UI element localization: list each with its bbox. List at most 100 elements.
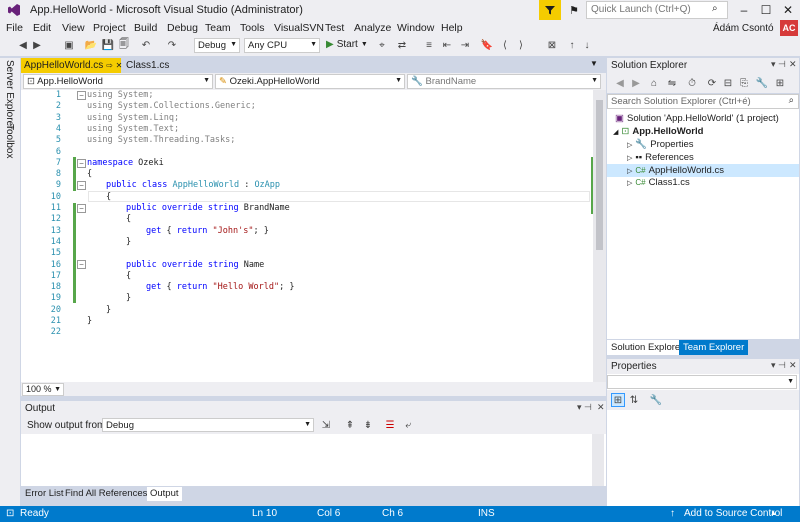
close-icon[interactable]: ✕ [789, 360, 797, 371]
properties-object-select[interactable]: ▼ [607, 375, 797, 389]
categorized-icon[interactable]: ⊞ [611, 393, 625, 407]
menu-help[interactable]: Help [441, 22, 463, 34]
minimize-button[interactable]: – [733, 0, 755, 20]
server-explorer-tab[interactable]: Server Explorer [4, 60, 15, 129]
back-icon[interactable]: ◀ [613, 76, 627, 90]
collapse-icon[interactable]: − [77, 204, 86, 213]
zoom-select[interactable]: 100 % ▼ [22, 383, 64, 396]
tree-item-properties[interactable]: ▷ 🔧 Properties [627, 139, 694, 150]
open-icon[interactable]: 📂 [84, 38, 98, 52]
solution-search-input[interactable]: Search Solution Explorer (Ctrl+é) ⌕ [607, 94, 799, 109]
home-icon[interactable]: ⌂ [647, 76, 661, 90]
class-dropdown[interactable]: ✎ Ozeki.AppHelloWorld ▼ [215, 74, 405, 89]
window-position-icon[interactable]: ▾ ⊣ [771, 59, 786, 70]
configuration-select[interactable]: Debug ▼ [194, 38, 240, 53]
collapse-icon[interactable]: − [77, 159, 86, 168]
collapse-icon[interactable]: − [77, 91, 86, 100]
window-position-icon[interactable]: ▾ ⊣ [577, 402, 592, 413]
tree-item-project[interactable]: ◢ ⊡ App.HelloWorld [613, 126, 703, 137]
pin-icon[interactable]: ⇨ [106, 61, 113, 70]
tab-team-explorer[interactable]: Team Explorer [679, 340, 749, 355]
menu-project[interactable]: Project [93, 22, 126, 34]
step-down-icon[interactable]: ↓ [580, 38, 594, 52]
maximize-button[interactable]: ☐ [755, 0, 777, 20]
add-to-source-control-button[interactable]: Add to Source Control [684, 508, 782, 519]
project-dropdown[interactable]: ⊡ App.HelloWorld ▼ [23, 74, 213, 89]
switch-views-icon[interactable]: ⇋ [665, 76, 679, 90]
clear-all-icon[interactable]: ☰ [383, 418, 397, 432]
tab-output[interactable]: Output [147, 487, 182, 501]
pending-changes-icon[interactable]: ⏱ [685, 76, 699, 90]
output-scrollbar[interactable] [592, 434, 604, 486]
forward-icon[interactable]: ▶ [30, 38, 44, 52]
collapse-all-icon[interactable]: ⊟ [721, 76, 735, 90]
redo-icon[interactable]: ↷ [165, 38, 179, 52]
alphabetical-icon[interactable]: ⇅ [627, 393, 641, 407]
outdent-icon[interactable]: ⇤ [440, 38, 454, 52]
start-button[interactable]: ▶ Start ▼ [326, 39, 368, 50]
tab-solution-explorer[interactable]: Solution Explorer [607, 340, 688, 355]
properties-icon[interactable]: 🔧 [755, 76, 769, 90]
tab-apphelloworld[interactable]: AppHelloWorld.cs ⇨ ✕ [21, 58, 123, 73]
close-icon[interactable]: ✕ [597, 402, 605, 413]
menu-window[interactable]: Window [397, 22, 434, 34]
clear-bookmarks-icon[interactable]: ⊠ [545, 38, 559, 52]
preview-icon[interactable]: ⊞ [773, 76, 787, 90]
show-all-files-icon[interactable]: ⎘ [737, 76, 751, 90]
member-dropdown[interactable]: 🔧 BrandName ▼ [407, 74, 601, 89]
menu-visualsvn[interactable]: VisualSVN [274, 22, 324, 34]
menu-debug[interactable]: Debug [167, 22, 198, 34]
menu-tools[interactable]: Tools [240, 22, 265, 34]
close-button[interactable]: ✕ [777, 0, 799, 20]
next-message-icon[interactable]: ⇟ [361, 418, 375, 432]
bookmark-icon[interactable]: 🔖 [480, 38, 494, 52]
indent-icon[interactable]: ⇥ [458, 38, 472, 52]
back-icon[interactable]: ◀ [16, 38, 30, 52]
tab-find-all-references[interactable]: Find All References 1 [62, 487, 158, 501]
attach-icon[interactable]: ⌖ [375, 38, 389, 52]
forward-icon[interactable]: ▶ [629, 76, 643, 90]
go-to-location-icon[interactable]: ⇲ [319, 418, 333, 432]
tab-class1[interactable]: Class1.cs [123, 58, 183, 73]
editor-vertical-scrollbar[interactable] [593, 90, 606, 382]
tab-error-list[interactable]: Error List [22, 487, 67, 501]
close-icon[interactable]: ✕ [116, 61, 123, 70]
save-icon[interactable]: 💾 [101, 38, 115, 52]
window-position-icon[interactable]: ▾ ⊣ [771, 360, 786, 371]
menu-team[interactable]: Team [205, 22, 231, 34]
menu-build[interactable]: Build [134, 22, 157, 34]
quick-launch-input[interactable]: Quick Launch (Ctrl+Q) [586, 1, 728, 19]
filter-icon[interactable] [539, 0, 561, 20]
undo-icon[interactable]: ↶ [139, 38, 153, 52]
save-all-icon[interactable]: 🗐 [117, 38, 131, 52]
editor-horizontal-scrollbar[interactable] [21, 382, 606, 396]
align-icon[interactable]: ≡ [422, 38, 436, 52]
prev-bookmark-icon[interactable]: ⟨ [498, 38, 512, 52]
tree-item-apphelloworld-cs[interactable]: ▷ C# AppHelloWorld.cs [607, 164, 799, 177]
user-name[interactable]: Ádám Csontó [713, 23, 774, 34]
chevron-up-icon[interactable]: ▲ [770, 510, 777, 517]
step-up-icon[interactable]: ↑ [565, 38, 579, 52]
menu-view[interactable]: View [62, 22, 85, 34]
toolbox-tab[interactable]: Toolbox [4, 124, 15, 158]
next-bookmark-icon[interactable]: ⟩ [514, 38, 528, 52]
close-icon[interactable]: ✕ [789, 59, 797, 70]
output-source-select[interactable]: Debug ▼ [102, 418, 314, 432]
chevron-down-icon[interactable]: ▼ [590, 59, 598, 68]
collapse-icon[interactable]: − [77, 260, 86, 269]
sync-icon[interactable]: ⟳ [705, 76, 719, 90]
menu-test[interactable]: Test [325, 22, 344, 34]
collapse-icon[interactable]: − [77, 181, 86, 190]
menu-edit[interactable]: Edit [33, 22, 51, 34]
tree-item-class1-cs[interactable]: ▷ C# Class1.cs [627, 177, 690, 188]
word-wrap-icon[interactable]: ⤶ [401, 418, 415, 432]
property-pages-icon[interactable]: 🔧 [649, 393, 663, 407]
menu-file[interactable]: File [6, 22, 23, 34]
avatar[interactable]: AC [780, 20, 798, 36]
notifications-icon[interactable]: ⚑ [566, 2, 582, 18]
scrollbar-thumb[interactable] [596, 100, 603, 250]
browser-link-icon[interactable]: ⇄ [395, 38, 409, 52]
previous-message-icon[interactable]: ⇞ [343, 418, 357, 432]
menu-analyze[interactable]: Analyze [354, 22, 391, 34]
new-project-icon[interactable]: ▣ [62, 38, 76, 52]
